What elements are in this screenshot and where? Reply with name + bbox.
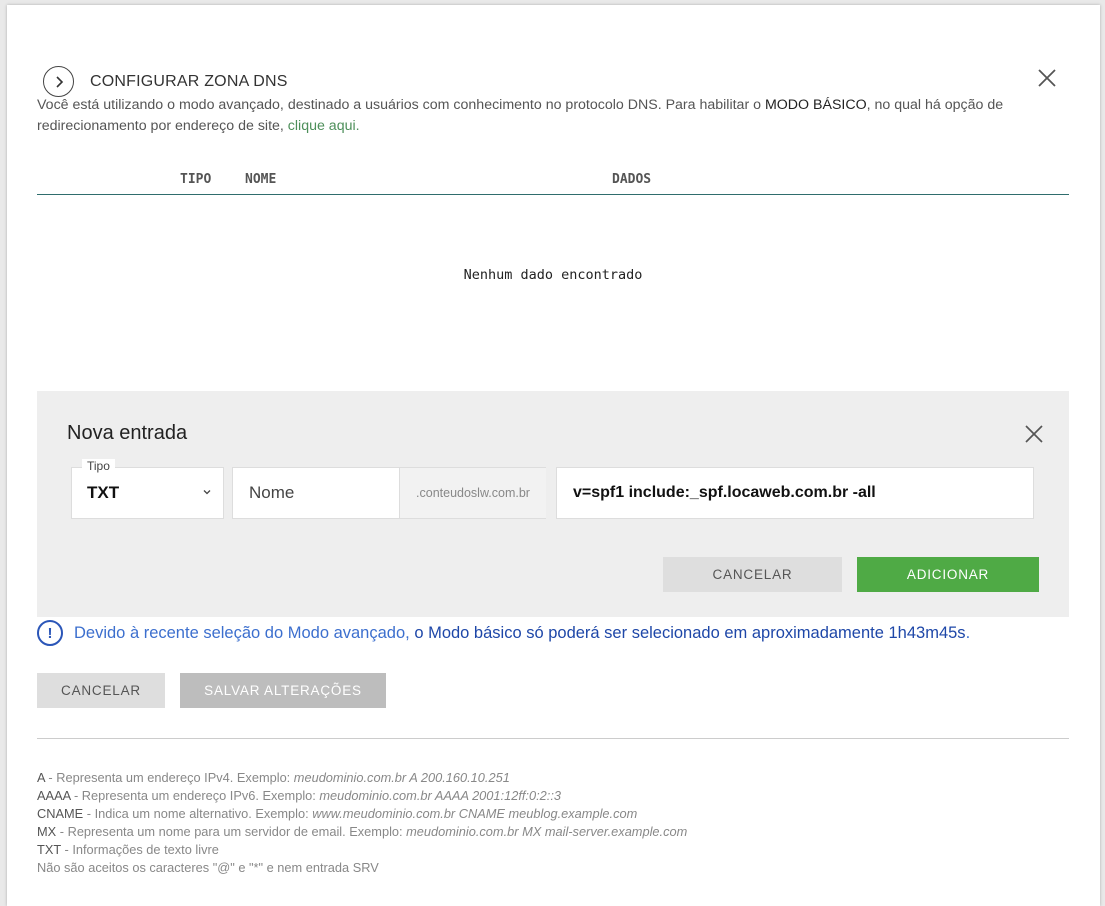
click-here-link[interactable]: clique aqui.	[288, 118, 360, 134]
mode-description: Você está utilizando o modo avançado, de…	[37, 95, 1047, 137]
intro-text: Você está utilizando o modo avançado, de…	[37, 97, 765, 113]
legend-example: meudominio.com.br AAAA 2001:12ff:0:2::3	[319, 788, 562, 803]
legend-item: TXT - Informações de texto livre	[37, 841, 687, 859]
legend-note: Não são aceitos os caracteres "@" e "*" …	[37, 860, 379, 875]
tipo-label: Tipo	[82, 459, 115, 473]
record-types-legend: A - Representa um endereço IPv4. Exemplo…	[37, 769, 687, 877]
legend-desc: - Representa um nome para um servidor de…	[56, 824, 407, 839]
cancel-button[interactable]: CANCELAR	[37, 673, 165, 708]
legend-example: www.meudominio.com.br CNAME meublog.exam…	[312, 806, 638, 821]
legend-item: MX - Representa um nome para um servidor…	[37, 823, 687, 841]
empty-table-message: Nenhum dado encontrado	[463, 267, 643, 283]
legend-key: TXT	[37, 842, 61, 857]
dialog-title: CONFIGURAR ZONA DNS	[90, 72, 288, 90]
dns-zone-dialog: CONFIGURAR ZONA DNS Você está utilizando…	[7, 5, 1100, 906]
legend-item: AAAA - Representa um endereço IPv6. Exem…	[37, 787, 687, 805]
legend-key: MX	[37, 824, 57, 839]
basic-mode-label: MODO BÁSICO	[764, 97, 867, 113]
chevron-down-icon	[203, 490, 211, 495]
dados-value: v=spf1 include:_spf.locaweb.com.br -all	[573, 484, 876, 501]
legend-desc: - Informações de texto livre	[60, 842, 219, 857]
notice-text-part: Devido à recente seleção do Modo avançad…	[74, 623, 415, 642]
notice-text-end: .	[965, 623, 971, 642]
nome-field-group: .conteudoslw.com.br	[232, 467, 546, 519]
tipo-select[interactable]: Tipo TXT	[71, 459, 224, 519]
tipo-value: TXT	[87, 483, 120, 502]
legend-key: A	[37, 770, 45, 785]
domain-suffix: .conteudoslw.com.br	[399, 468, 546, 518]
new-entry-title: Nova entrada	[67, 422, 188, 444]
close-dialog-icon[interactable]	[1037, 68, 1057, 88]
add-entry-button[interactable]: ADICIONAR	[857, 557, 1039, 592]
records-table-header: TIPO NOME DADOS	[37, 170, 1069, 195]
legend-example: meudominio.com.br MX mail-server.example…	[406, 824, 688, 839]
divider	[37, 738, 1069, 739]
dados-input[interactable]: v=spf1 include:_spf.locaweb.com.br -all	[556, 467, 1034, 519]
legend-desc: - Representa um endereço IPv6. Exemplo:	[70, 788, 320, 803]
column-tipo: TIPO	[180, 172, 212, 187]
legend-desc: - Indica um nome alternativo. Exemplo:	[83, 806, 313, 821]
close-new-entry-icon[interactable]	[1025, 425, 1043, 443]
new-entry-panel: Nova entrada Tipo TXT .conteudoslw.com.b…	[37, 391, 1069, 617]
legend-key: AAAA	[37, 788, 71, 803]
save-changes-button[interactable]: SALVAR ALTERAÇÕES	[180, 673, 386, 708]
cancel-entry-button[interactable]: CANCELAR	[663, 557, 842, 592]
legend-desc: - Representa um endereço IPv4. Exemplo:	[44, 770, 294, 785]
info-icon: !	[37, 620, 63, 646]
legend-item: CNAME - Indica um nome alternativo. Exem…	[37, 805, 687, 823]
notice-text: Devido à recente seleção do Modo avançad…	[74, 624, 970, 643]
legend-key: CNAME	[37, 806, 84, 821]
column-dados: DADOS	[612, 172, 652, 187]
nome-input[interactable]	[233, 468, 415, 518]
chevron-right-icon	[55, 75, 63, 88]
dialog-header: CONFIGURAR ZONA DNS	[43, 66, 288, 97]
legend-example: meudominio.com.br A 200.160.10.251	[293, 770, 510, 785]
mode-notice: ! Devido à recente seleção do Modo avanç…	[37, 620, 970, 646]
notice-countdown-text: o Modo básico só poderá ser selecionado …	[414, 623, 966, 642]
column-nome: NOME	[245, 172, 277, 187]
legend-item: A - Representa um endereço IPv4. Exemplo…	[37, 769, 687, 787]
expand-button[interactable]	[43, 66, 74, 97]
